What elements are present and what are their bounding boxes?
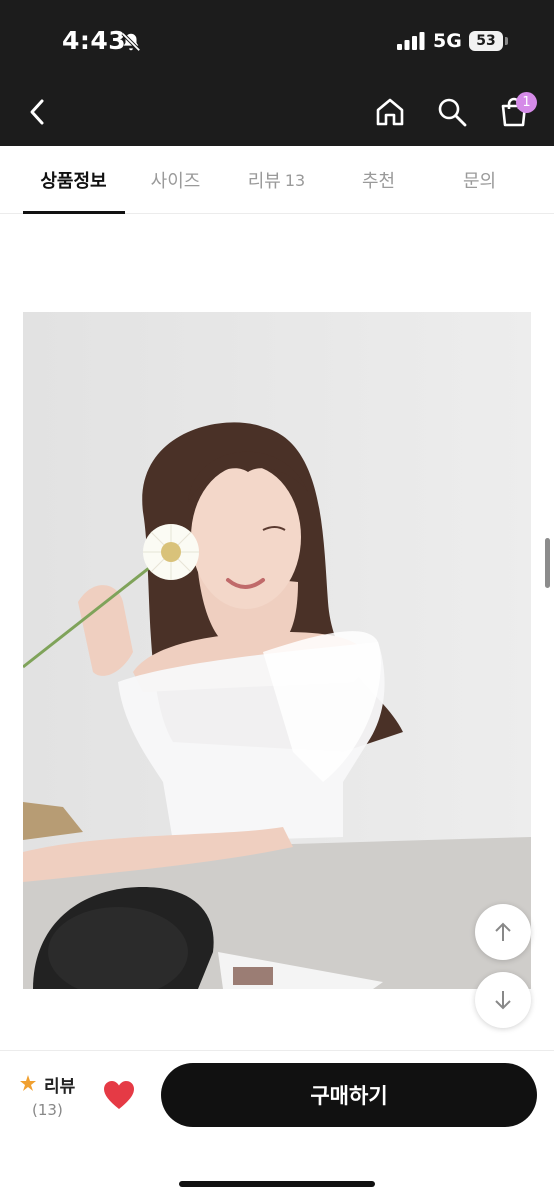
product-image [23,312,531,989]
network-type: 5G [433,30,462,52]
arrow-down-icon [495,991,511,1010]
tab-bar: 상품정보 사이즈 리뷰 13 추천 문의 [0,146,554,214]
review-count: (13) [32,1101,63,1119]
scroll-indicator[interactable] [545,538,550,588]
buy-button[interactable]: 구매하기 [161,1063,537,1127]
star-icon [20,1075,36,1091]
product-photo [23,312,531,989]
battery-icon: 53 [469,31,503,51]
search-icon[interactable] [434,94,470,130]
tab-inquiry[interactable]: 문의 [429,146,530,214]
home-icon[interactable] [372,94,408,130]
tab-label: 리뷰 [247,171,281,192]
tab-recommend[interactable]: 추천 [328,146,429,214]
scroll-bottom-button[interactable] [475,972,531,1028]
tab-label: 문의 [462,171,497,192]
tab-size[interactable]: 사이즈 [125,146,226,214]
review-summary[interactable]: 리뷰 (13) [20,1072,80,1122]
tab-label: 사이즈 [150,171,201,192]
nav-bar [0,80,554,146]
scroll-top-button[interactable] [475,904,531,960]
home-indicator [179,1181,375,1187]
heart-icon[interactable] [103,1080,135,1110]
tab-label: 추천 [361,171,396,192]
cart-badge: 1 [516,92,537,113]
back-icon[interactable] [20,94,56,130]
tab-label: 상품정보 [40,171,107,192]
tab-product-info[interactable]: 상품정보 [23,146,124,214]
review-label: 리뷰 [44,1077,76,1097]
status-bar: 4:43 5G 53 [0,0,554,80]
signal-icon [397,32,425,50]
status-time: 4:43 [62,26,127,55]
battery-nub [505,37,508,45]
tab-reviews[interactable]: 리뷰 13 [226,146,327,214]
bell-slash-icon [121,32,141,52]
tab-active-indicator [23,211,125,214]
arrow-up-icon [495,922,511,941]
tab-review-count: 13 [284,170,306,190]
